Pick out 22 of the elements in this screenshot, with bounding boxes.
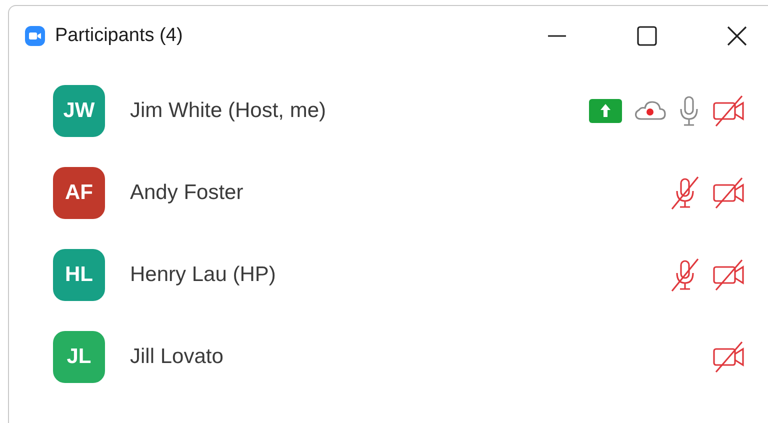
microphone-icon[interactable] [678,94,700,128]
minimize-icon [548,35,566,37]
close-icon [727,26,747,46]
video-off-icon[interactable] [712,94,746,128]
video-off-icon[interactable] [712,340,746,374]
avatar: JW [53,85,105,137]
video-off-icon[interactable] [712,258,746,292]
maximize-icon [637,26,657,46]
window-title: Participants (4) [55,24,183,48]
microphone-muted-icon[interactable] [670,176,700,210]
participant-name: Jill Lovato [130,344,224,370]
microphone-muted-icon[interactable] [670,258,700,292]
screen-share-icon[interactable] [589,99,622,123]
participant-name: Jim White (Host, me) [130,98,326,124]
camera-app-icon [25,26,45,46]
avatar: HL [53,249,105,301]
cloud-recording-icon [634,99,666,123]
participant-name: Henry Lau (HP) [130,262,276,288]
participant-name: Andy Foster [130,180,244,206]
avatar: JL [53,331,105,383]
video-off-icon[interactable] [712,176,746,210]
avatar: AF [53,167,105,219]
